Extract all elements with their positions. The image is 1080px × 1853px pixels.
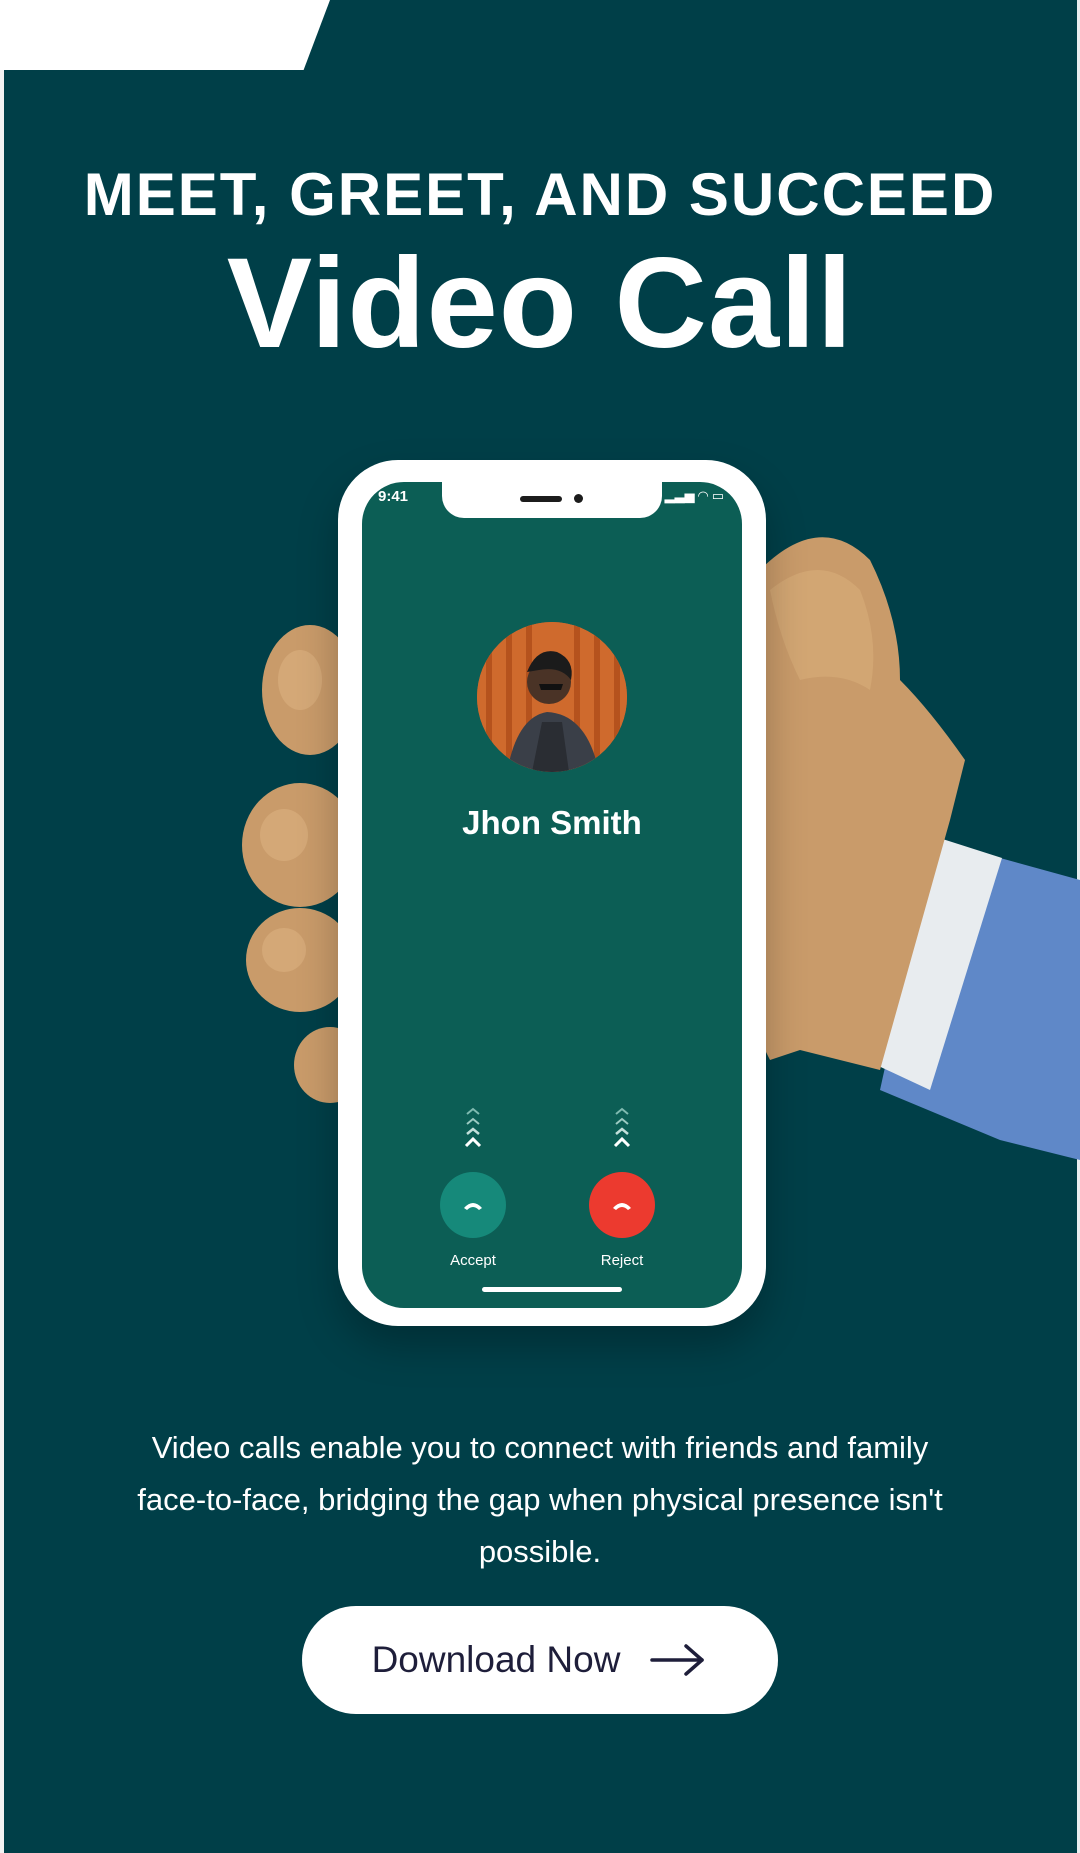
description: Video calls enable you to connect with f… <box>137 1430 943 1569</box>
person-icon <box>477 622 627 772</box>
swipe-up-reject-icon <box>607 1104 637 1169</box>
caller-name: Jhon Smith <box>462 804 642 841</box>
home-indicator <box>482 1287 622 1292</box>
swipe-up-accept-icon <box>458 1104 488 1169</box>
wifi-icon: ◠ <box>698 488 709 503</box>
headline: MEET, GREET, AND SUCCEED <box>83 161 997 228</box>
phone-notch <box>442 482 662 518</box>
download-now-button[interactable]: Download Now <box>302 1606 778 1714</box>
incoming-call-screen: 9:41 ▂▃▅ ◠ ▭ Jhon Smith Accept Reject <box>362 482 742 1308</box>
speaker-icon <box>520 496 562 502</box>
reject-label: Reject <box>600 1252 644 1269</box>
corner-tab <box>0 0 330 70</box>
arrow-right-icon <box>650 1644 705 1676</box>
page-title: Video Call <box>226 232 854 375</box>
caller-avatar <box>477 622 627 772</box>
phone-mockup: 9:41 ▂▃▅ ◠ ▭ Jhon Smith Accept Reject <box>338 460 766 1326</box>
signal-icon: ▂▃▅ <box>664 488 695 503</box>
accept-label: Accept <box>450 1252 496 1269</box>
camera-icon <box>574 494 583 503</box>
reject-call-button[interactable] <box>589 1172 655 1238</box>
status-time: 9:41 <box>378 488 409 505</box>
battery-icon: ▭ <box>711 488 724 503</box>
phone-icon <box>464 1203 482 1210</box>
promo-page: MEET, GREET, AND SUCCEED Video Call 9:41… <box>0 0 1080 1853</box>
hang-up-icon <box>613 1203 631 1210</box>
status-icons: ▂▃▅ ◠ ▭ <box>664 488 724 504</box>
download-now-label: Download Now <box>371 1639 621 1680</box>
accept-call-button[interactable] <box>440 1172 506 1238</box>
